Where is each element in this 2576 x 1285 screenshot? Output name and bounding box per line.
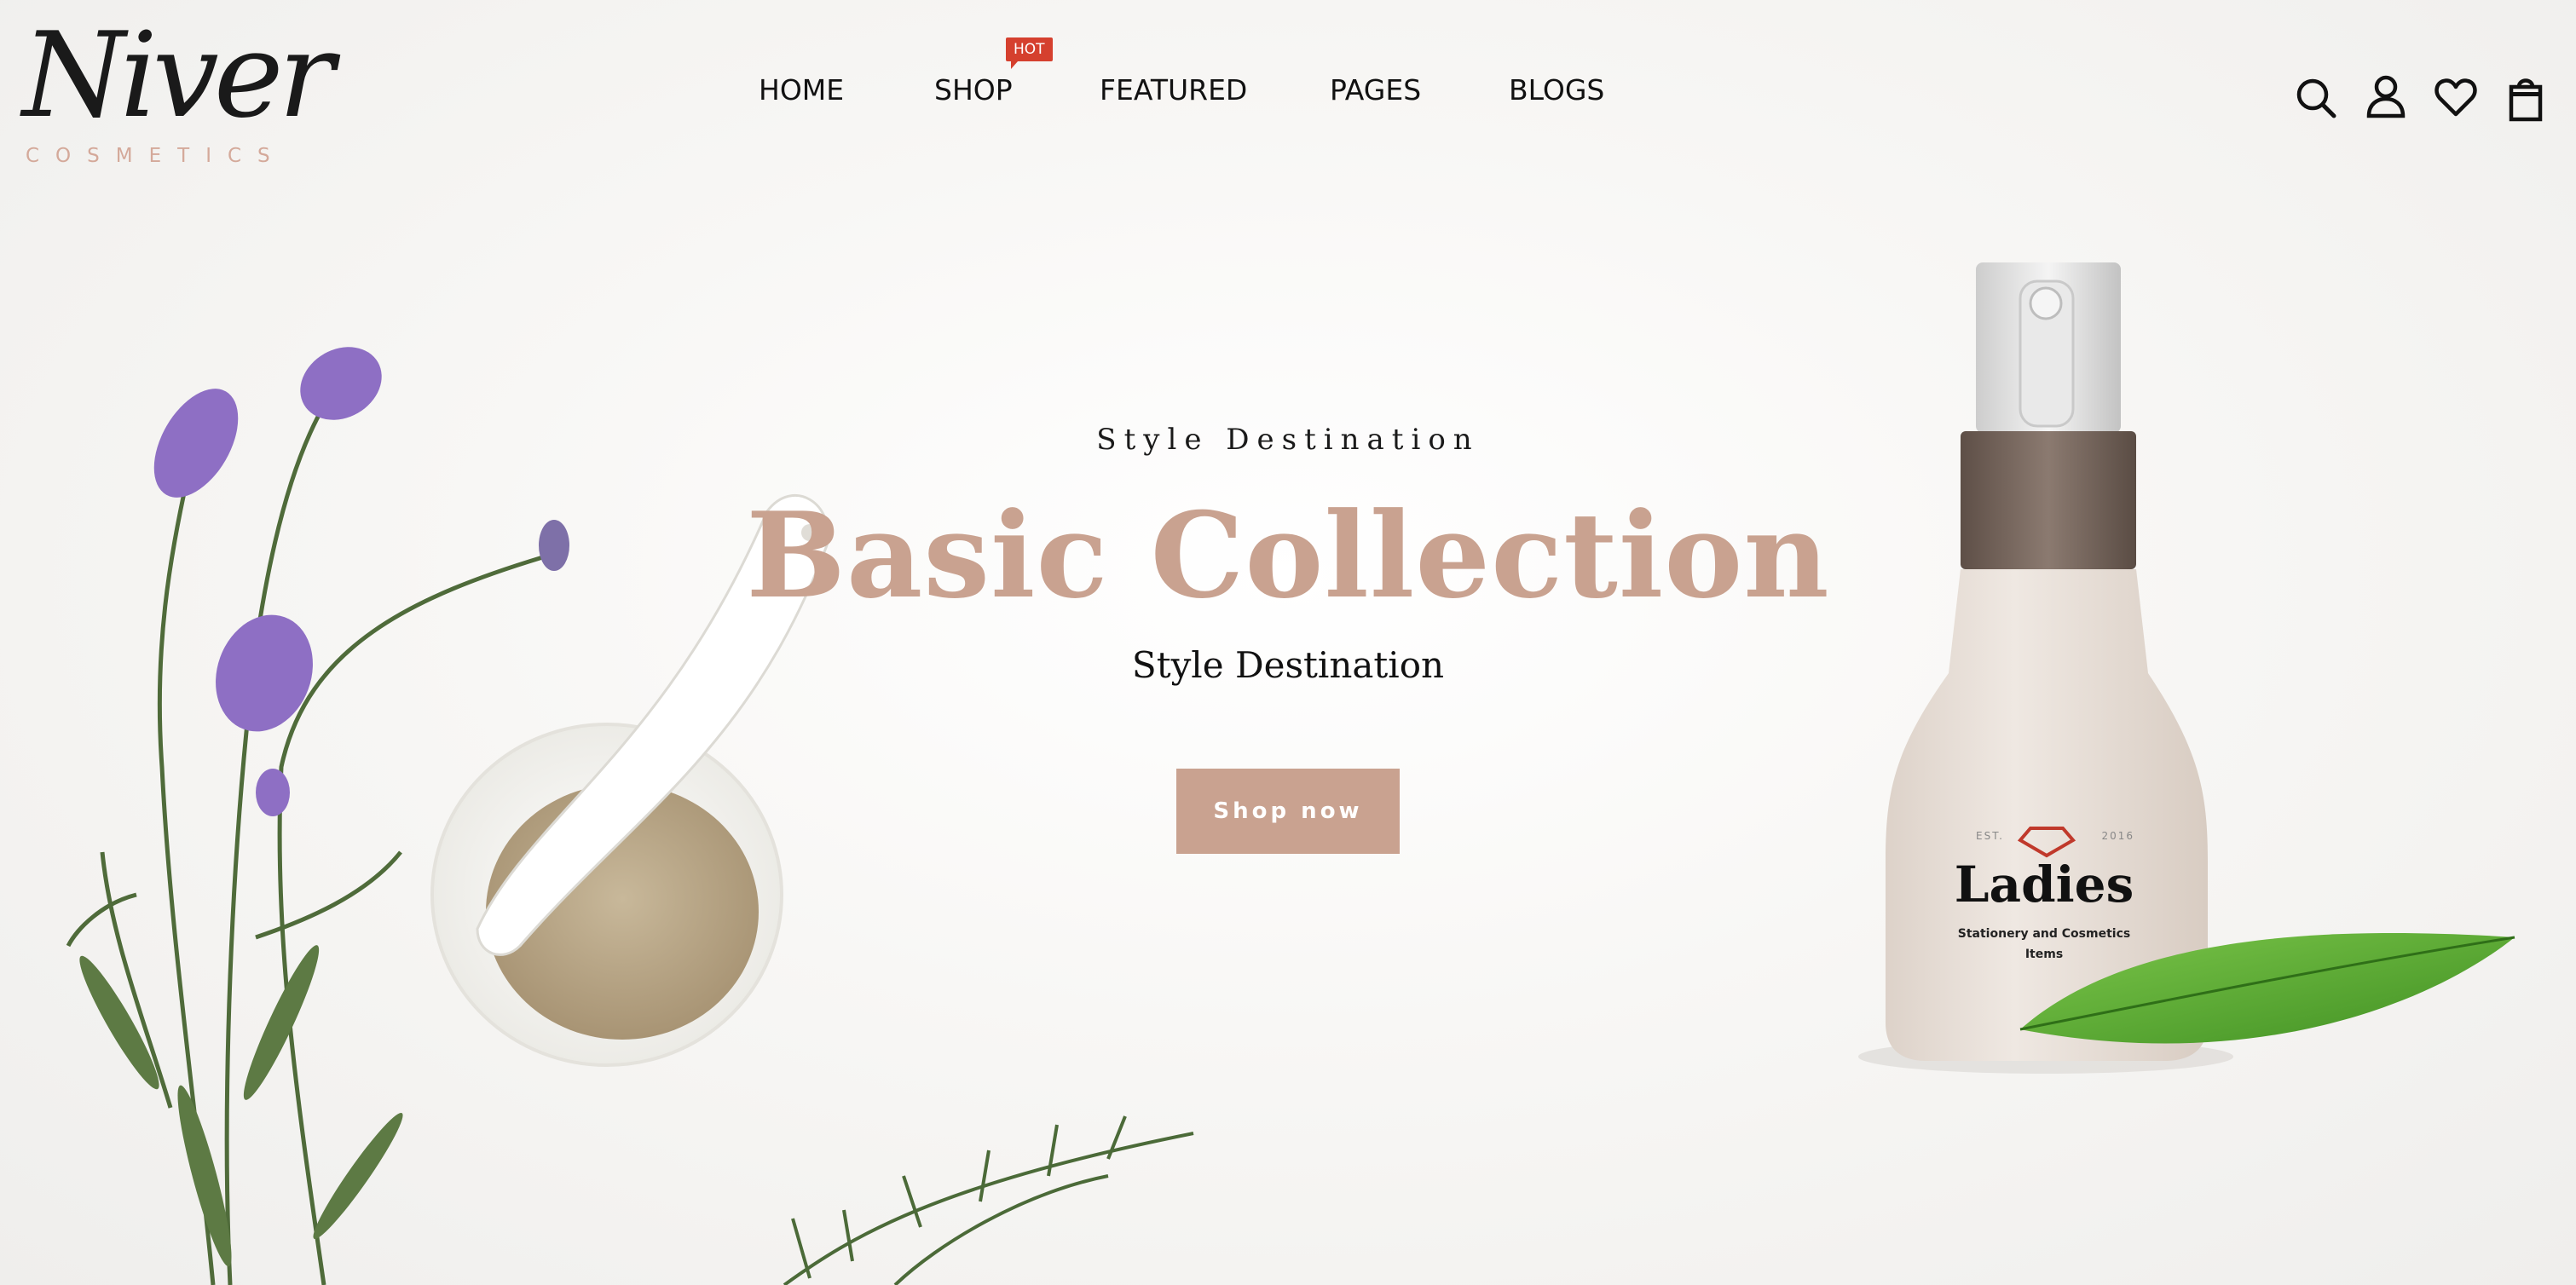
bottle-label-est: EST. xyxy=(1976,830,2004,842)
bottle-label-line2: Items xyxy=(2024,948,2064,961)
shop-now-button[interactable]: Shop now xyxy=(1176,769,1400,854)
hero-subhead: Style Destination xyxy=(1131,644,1445,686)
nav-home[interactable]: HOME xyxy=(759,73,844,107)
bottle-label-year: 2016 xyxy=(2101,830,2134,842)
hero-eyebrow: Style Destination xyxy=(1096,423,1480,457)
bottle-label-subtitle: Stationery and Cosmetics Items xyxy=(1899,924,2189,965)
logo-subtitle: COSMETICS xyxy=(26,145,286,167)
hot-badge: HOT xyxy=(1006,37,1053,69)
bottle-label-line1: Stationery and Cosmetics xyxy=(1957,927,2131,941)
lavender-leaves xyxy=(79,945,403,1267)
user-icon[interactable] xyxy=(2363,72,2409,123)
hero-banner: Niver COSMETICS HOME SHOP FEATURED PAGES… xyxy=(0,0,2576,1285)
nav-featured[interactable]: FEATURED xyxy=(1100,73,1247,107)
nav-blogs[interactable]: BLOGS xyxy=(1509,73,1604,107)
hero-artwork xyxy=(66,262,2515,1285)
nav-pages[interactable]: PAGES xyxy=(1330,73,1421,107)
header-icons xyxy=(2293,72,2557,123)
main-nav: HOME SHOP FEATURED PAGES BLOGS xyxy=(0,73,2576,116)
search-icon[interactable] xyxy=(2293,72,2339,123)
nav-shop[interactable]: SHOP xyxy=(934,73,1013,107)
hero-headline: Basic Collection xyxy=(746,486,1830,625)
shopping-bag-icon[interactable] xyxy=(2503,72,2549,123)
bottle-label-brand: Ladies xyxy=(1954,856,2134,913)
heart-icon[interactable] xyxy=(2433,72,2479,123)
rosemary-sprig xyxy=(783,1115,1194,1285)
